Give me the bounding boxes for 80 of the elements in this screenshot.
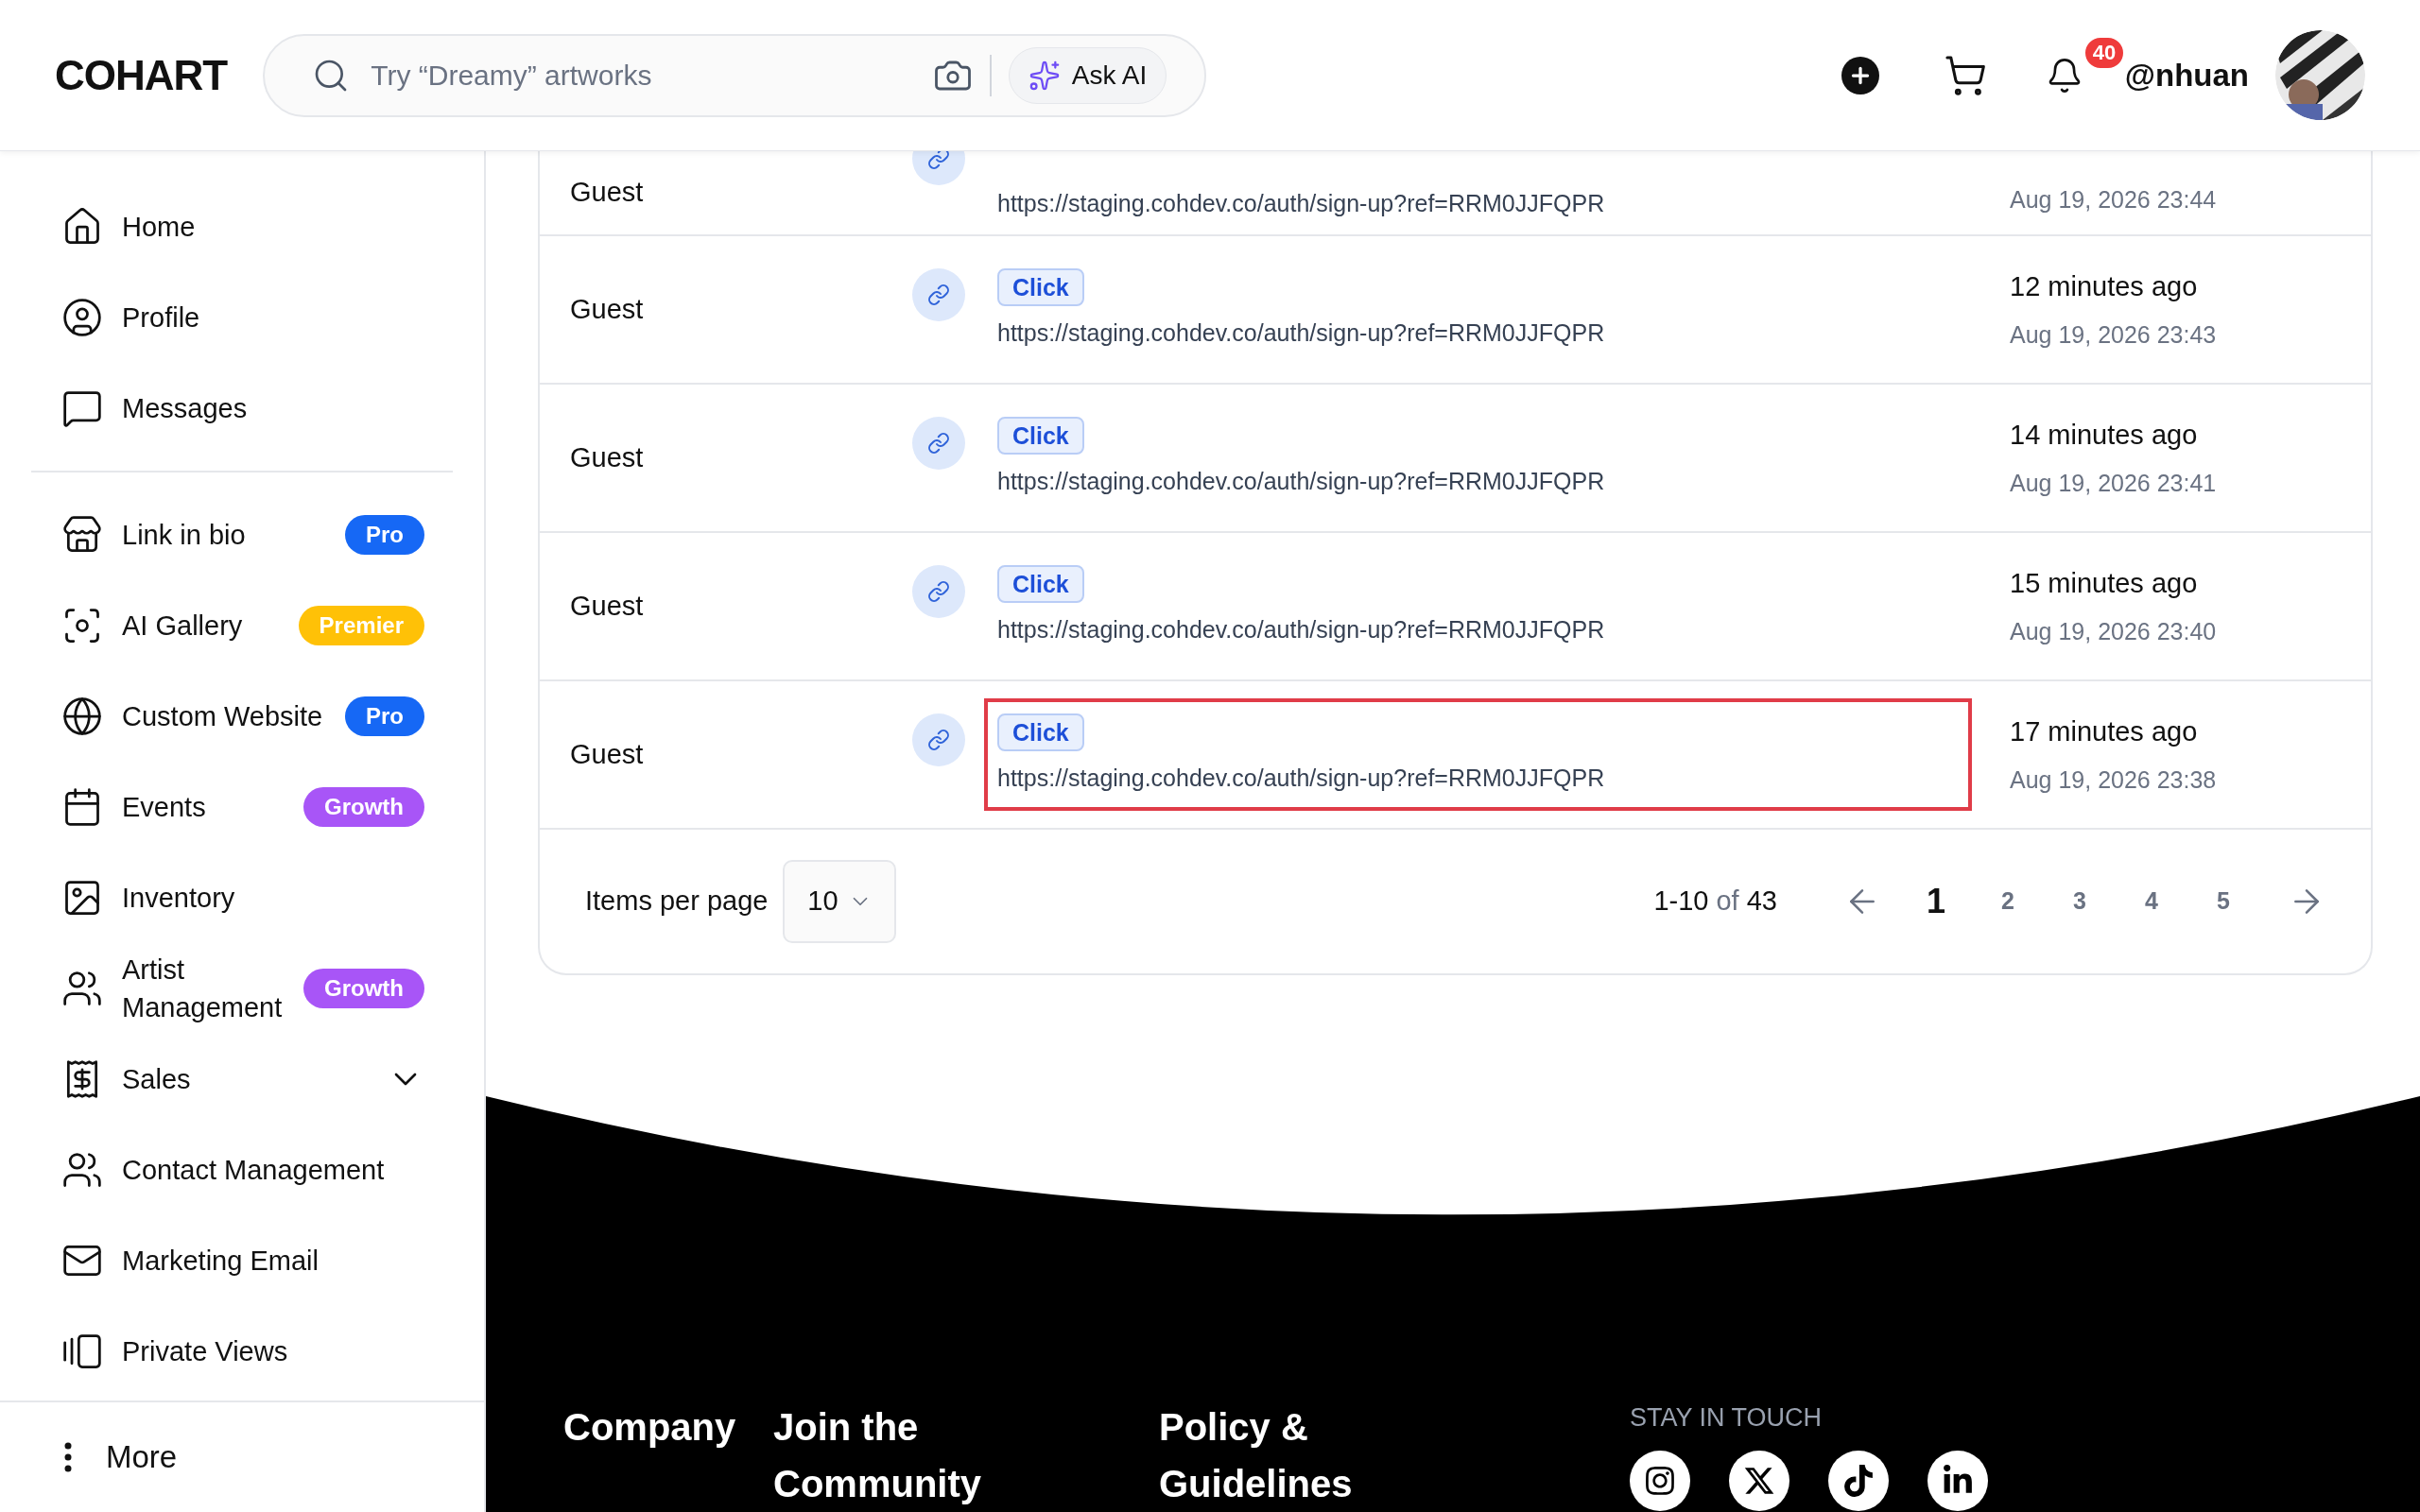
nav-item[interactable]: Marketing Email: [31, 1215, 453, 1306]
stay-in-touch-label: STAY IN TOUCH: [1630, 1402, 1824, 1434]
page-number[interactable]: 5: [2187, 884, 2259, 919]
nav-item[interactable]: Profile: [31, 272, 453, 363]
relative-time: 15 minutes ago: [2010, 567, 2199, 600]
nav-label: Inventory: [122, 882, 235, 915]
plan-badge: Growth: [303, 787, 424, 827]
timestamp: Aug 19, 2026 23:43: [2010, 319, 2217, 350]
page-number[interactable]: 2: [1972, 884, 2044, 919]
timestamp: Aug 19, 2026 23:40: [2010, 616, 2217, 646]
more-item[interactable]: More: [0, 1400, 484, 1512]
link-icon: [912, 268, 965, 321]
nav-item[interactable]: AI Gallery Premier: [31, 580, 453, 671]
relative-time: 14 minutes ago: [2010, 419, 2199, 452]
nav-item[interactable]: Custom Website Pro: [31, 671, 453, 762]
page-number[interactable]: 3: [2044, 884, 2116, 919]
nav-item[interactable]: Events Growth: [31, 762, 453, 852]
notification-count: 40: [2083, 35, 2126, 70]
add-button[interactable]: [1841, 56, 1879, 94]
nav-item[interactable]: Sales: [31, 1034, 453, 1125]
user-cell-text: Guest: [570, 589, 645, 623]
page-number[interactable]: 4: [2116, 884, 2187, 919]
username[interactable]: @nhuan: [2124, 51, 2249, 99]
nav-label: Artist Management: [122, 954, 284, 1024]
plan-badge: Pro: [345, 515, 424, 555]
timestamp: Aug 19, 2026 23:41: [2010, 468, 2217, 498]
footer-heading[interactable]: Join the Community: [773, 1399, 1159, 1512]
user-cell-text: Guest: [570, 737, 645, 771]
url-text: https://staging.cohdev.co/auth/sign-up?ref=RRM0JJFQPR: [997, 466, 1606, 496]
event-tag: Click: [997, 713, 1084, 751]
timestamp: Aug 19, 2026 23:38: [2010, 765, 2217, 795]
link-icon: [912, 417, 965, 470]
url-text: https://staging.cohdev.co/auth/sign-up?ref=RRM0JJFQPR: [997, 614, 1606, 644]
user-cell-text: Guest: [570, 292, 645, 326]
footer-heading[interactable]: Company: [563, 1399, 773, 1455]
url-text: https://staging.cohdev.co/auth/sign-up?ref=RRM0JJFQPR: [997, 188, 1606, 218]
footer-heading[interactable]: Policy & Guidelines: [1159, 1399, 1630, 1512]
nav-item[interactable]: Private Views: [31, 1306, 453, 1397]
page-size-select[interactable]: 10: [783, 860, 897, 943]
user-cell-text: Guest: [570, 176, 645, 210]
nav-label: Events: [122, 791, 206, 824]
search-field[interactable]: Try “Dreamy” artworks Ask AI: [263, 33, 1207, 117]
nav-label: Private Views: [122, 1335, 288, 1368]
nav-label: Custom Website: [122, 700, 323, 733]
link-icon: [912, 565, 965, 618]
nav-item[interactable]: Contact Management: [31, 1125, 453, 1215]
nav-label: Sales: [122, 1063, 191, 1096]
url-text: https://staging.cohdev.co/auth/sign-up?ref=RRM0JJFQPR: [997, 318, 1606, 348]
user-cell-text: Guest: [570, 440, 645, 474]
ask-ai-button[interactable]: Ask AI: [1008, 46, 1167, 104]
nav-item[interactable]: Inventory: [31, 852, 453, 943]
nav-label: AI Gallery: [122, 610, 243, 643]
nav-label: Home: [122, 211, 196, 244]
plan-badge: Premier: [298, 606, 424, 645]
plan-badge: Growth: [303, 969, 424, 1008]
link-icon: [912, 713, 965, 766]
nav-label: Contact Management: [122, 1154, 385, 1187]
nav-item[interactable]: Artist Management Growth: [31, 943, 453, 1034]
page-number[interactable]: 1: [1900, 876, 1972, 927]
logo[interactable]: COHART: [55, 46, 228, 104]
nav-label: Link in bio: [122, 519, 246, 552]
event-tag: Click: [997, 564, 1084, 603]
nav-label: Messages: [122, 392, 248, 425]
more-icon: [64, 1442, 72, 1472]
timestamp: Aug 19, 2026 23:44: [2010, 184, 2217, 215]
url-text: https://staging.cohdev.co/auth/sign-up?ref=RRM0JJFQPR: [997, 763, 1606, 793]
relative-time: 12 minutes ago: [2010, 270, 2199, 303]
globe-icon: [61, 696, 103, 737]
event-tag: Click: [997, 267, 1084, 306]
nav-item[interactable]: Messages: [31, 363, 453, 454]
event-tag: Click: [997, 416, 1084, 455]
items-per-page-label: Items per page: [585, 885, 769, 919]
nav-label: Marketing Email: [122, 1245, 319, 1278]
profile-icon: [61, 297, 103, 338]
relative-time: 17 minutes ago: [2010, 715, 2199, 748]
nav-item[interactable]: Link in bio Pro: [31, 490, 453, 580]
page-range: 1-10 of 43: [1653, 885, 1777, 919]
nav-label: Profile: [122, 301, 200, 335]
plan-badge: Pro: [345, 696, 424, 736]
nav-item[interactable]: Home: [31, 181, 453, 272]
